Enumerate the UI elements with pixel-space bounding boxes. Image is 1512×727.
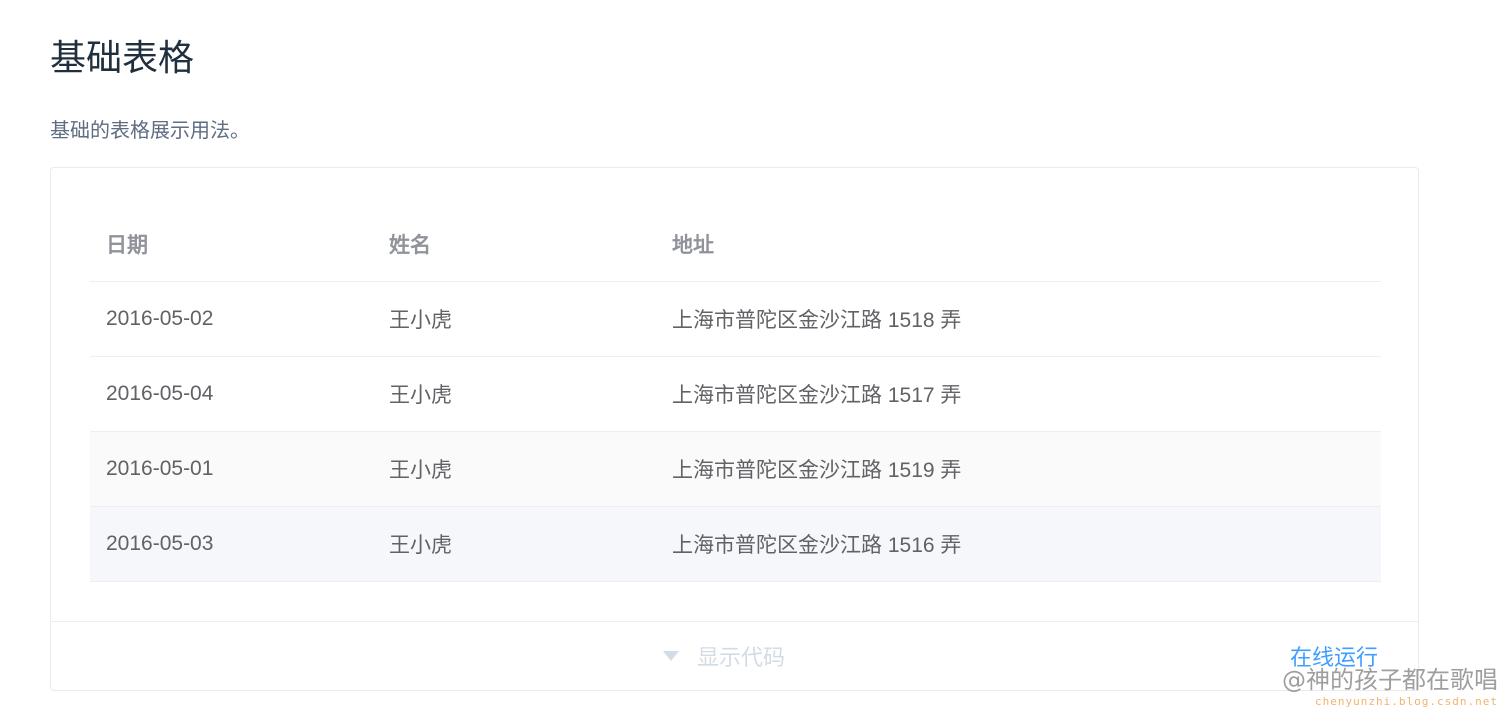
demo-block: 日期 姓名 地址 2016-05-02 王小虎 上海市普陀区金沙江路 1518 …	[50, 167, 1419, 691]
header-address: 地址	[672, 233, 714, 257]
header-name: 姓名	[389, 233, 431, 257]
cell-date: 2016-05-02	[106, 307, 214, 330]
show-code-toggle[interactable]: 显示代码	[663, 622, 785, 690]
cell-name: 王小虎	[389, 534, 452, 557]
cell-name: 王小虎	[389, 384, 452, 407]
cell-date: 2016-05-03	[106, 532, 214, 555]
cell-address: 上海市普陀区金沙江路 1516 弄	[672, 534, 962, 557]
cell-address: 上海市普陀区金沙江路 1517 弄	[672, 384, 962, 407]
table-row[interactable]: 2016-05-03 王小虎 上海市普陀区金沙江路 1516 弄	[90, 507, 1381, 582]
basic-table: 日期 姓名 地址 2016-05-02 王小虎 上海市普陀区金沙江路 1518 …	[90, 206, 1381, 582]
table-row[interactable]: 2016-05-04 王小虎 上海市普陀区金沙江路 1517 弄	[90, 357, 1381, 432]
cell-date: 2016-05-01	[106, 457, 214, 480]
cell-name: 王小虎	[389, 309, 452, 332]
table-row[interactable]: 2016-05-01 王小虎 上海市普陀区金沙江路 1519 弄	[90, 432, 1381, 507]
watermark-url: chenyunzhi.blog.csdn.net	[1315, 695, 1498, 708]
cell-address: 上海市普陀区金沙江路 1518 弄	[672, 309, 962, 332]
page-description: 基础的表格展示用法。	[50, 118, 250, 142]
demo-control-bar: 显示代码 在线运行	[51, 621, 1418, 690]
cell-address: 上海市普陀区金沙江路 1519 弄	[672, 459, 962, 482]
watermark: @神的孩子都在歌唱 chenyunzhi.blog.csdn.net	[1282, 668, 1498, 707]
table-header-row: 日期 姓名 地址	[90, 206, 1381, 282]
table-row[interactable]: 2016-05-02 王小虎 上海市普陀区金沙江路 1518 弄	[90, 282, 1381, 357]
watermark-main: @神的孩子都在歌唱	[1282, 666, 1498, 694]
page-title: 基础表格	[50, 38, 195, 79]
cell-date: 2016-05-04	[106, 382, 214, 405]
cell-name: 王小虎	[389, 459, 452, 482]
show-code-label: 显示代码	[697, 645, 786, 670]
header-date: 日期	[106, 233, 148, 257]
caret-down-icon	[663, 651, 679, 661]
